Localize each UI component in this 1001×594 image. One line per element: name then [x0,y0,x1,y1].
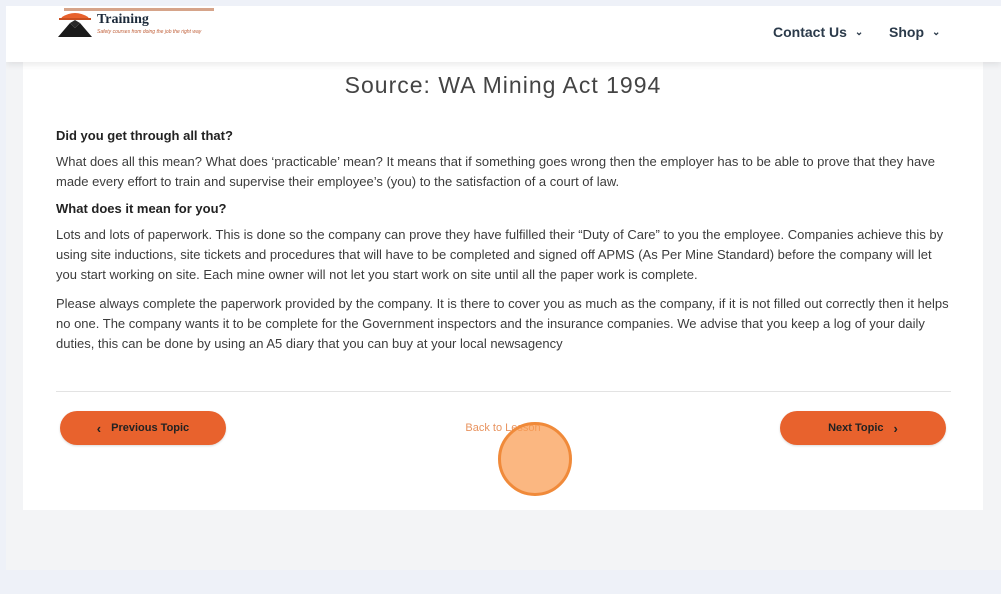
nav-contact-us[interactable]: Contact Us ⌄ [773,24,863,40]
chevron-down-icon: ⌄ [854,26,864,38]
lesson-text: Did you get through all that? What does … [56,128,951,363]
lesson-content-card: Source: WA Mining Act 1994 Did you get t… [23,36,983,510]
previous-topic-button[interactable]: ‹ Previous Topic [60,411,226,445]
browser-viewport: Source: WA Mining Act 1994 Did you get t… [6,6,1001,594]
nav-shop[interactable]: Shop ⌄ [889,24,940,40]
divider [56,391,951,392]
site-header: Training Safety courses from doing the j… [6,6,1001,62]
paragraph-practicable: What does all this mean? What does ‘prac… [56,154,935,189]
chevron-down-icon: ⌄ [932,26,941,38]
heading-did-you-get-through: Did you get through all that? [56,128,233,143]
chevron-left-icon: ‹ [96,420,102,436]
paragraph-paperwork: Lots and lots of paperwork. This is done… [56,227,944,282]
source-caption: Source: WA Mining Act 1994 [344,72,662,98]
paragraph-complete-paperwork: Please always complete the paperwork pro… [56,296,949,351]
back-to-lesson-link[interactable]: Back to Lesson [453,422,553,434]
heading-what-does-it-mean: What does it mean for you? [56,201,227,216]
previous-topic-label: Previous Topic [111,422,190,434]
nav-contact-us-label: Contact Us [773,24,847,40]
logo-title: Training [97,12,149,27]
logo-tagline: Safety courses from doing the job the ri… [97,29,202,35]
chevron-right-icon: › [893,420,898,436]
site-logo[interactable]: Training Safety courses from doing the j… [54,8,274,38]
nav-shop-label: Shop [889,24,924,40]
next-topic-button[interactable]: Next Topic › [780,411,946,445]
hard-hat-worker-icon [58,13,92,37]
page-bottom-band [6,570,1001,594]
next-topic-label: Next Topic [828,422,884,434]
